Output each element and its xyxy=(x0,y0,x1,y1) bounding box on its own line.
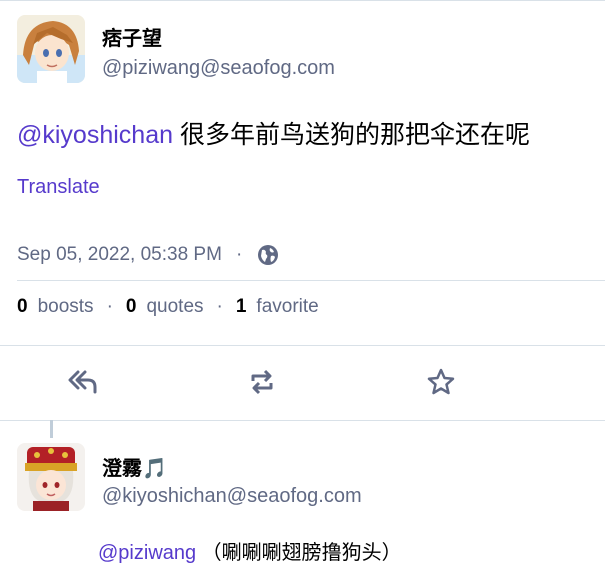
reply-status[interactable]: 澄霧🎵 @kiyoshichan@seaofog.com @piziwang （… xyxy=(0,420,605,564)
reply-author-account[interactable]: @kiyoshichan@seaofog.com xyxy=(102,485,362,508)
reply-mention-link[interactable]: @piziwang xyxy=(98,542,196,564)
star-icon xyxy=(427,368,455,395)
reply-text: （唰唰唰翅膀撸狗头） xyxy=(196,542,402,564)
status-meta: Sep 05, 2022, 05:38 PM · xyxy=(17,243,280,267)
author-display-name[interactable]: 痞子望 xyxy=(102,22,162,51)
status-text: 很多年前鸟送狗的那把伞还在呢 xyxy=(173,121,530,149)
boosts-stat[interactable]: 0 boosts xyxy=(17,296,94,318)
translate-button[interactable]: Translate xyxy=(17,176,100,199)
reply-all-icon xyxy=(68,370,97,394)
favorites-stat[interactable]: 1 favorite xyxy=(236,296,319,318)
meta-separator: · xyxy=(235,244,243,265)
favorite-button[interactable] xyxy=(423,364,459,400)
globe-icon xyxy=(256,243,280,267)
reply-author-avatar[interactable] xyxy=(17,443,85,511)
boost-icon xyxy=(251,369,273,395)
author-avatar[interactable] xyxy=(17,15,85,83)
author-account[interactable]: @piziwang@seaofog.com xyxy=(102,57,335,80)
divider xyxy=(17,280,605,281)
action-bar xyxy=(0,345,605,421)
reply-all-button[interactable] xyxy=(64,364,100,400)
status-timestamp[interactable]: Sep 05, 2022, 05:38 PM xyxy=(17,244,222,266)
boost-button[interactable] xyxy=(244,364,280,400)
reply-author-display-name[interactable]: 澄霧🎵 xyxy=(102,452,167,481)
focused-status: 痞子望 @piziwang@seaofog.com @kiyoshichan 很… xyxy=(0,0,605,421)
reply-content: @piziwang （唰唰唰翅膀撸狗头） xyxy=(98,536,402,565)
mention-link[interactable]: @kiyoshichan xyxy=(17,121,173,149)
quotes-stat[interactable]: 0 quotes xyxy=(126,296,204,318)
status-stats: 0 boosts · 0 quotes · 1 favorite xyxy=(17,296,319,318)
status-content: @kiyoshichan 很多年前鸟送狗的那把伞还在呢 xyxy=(17,115,530,151)
